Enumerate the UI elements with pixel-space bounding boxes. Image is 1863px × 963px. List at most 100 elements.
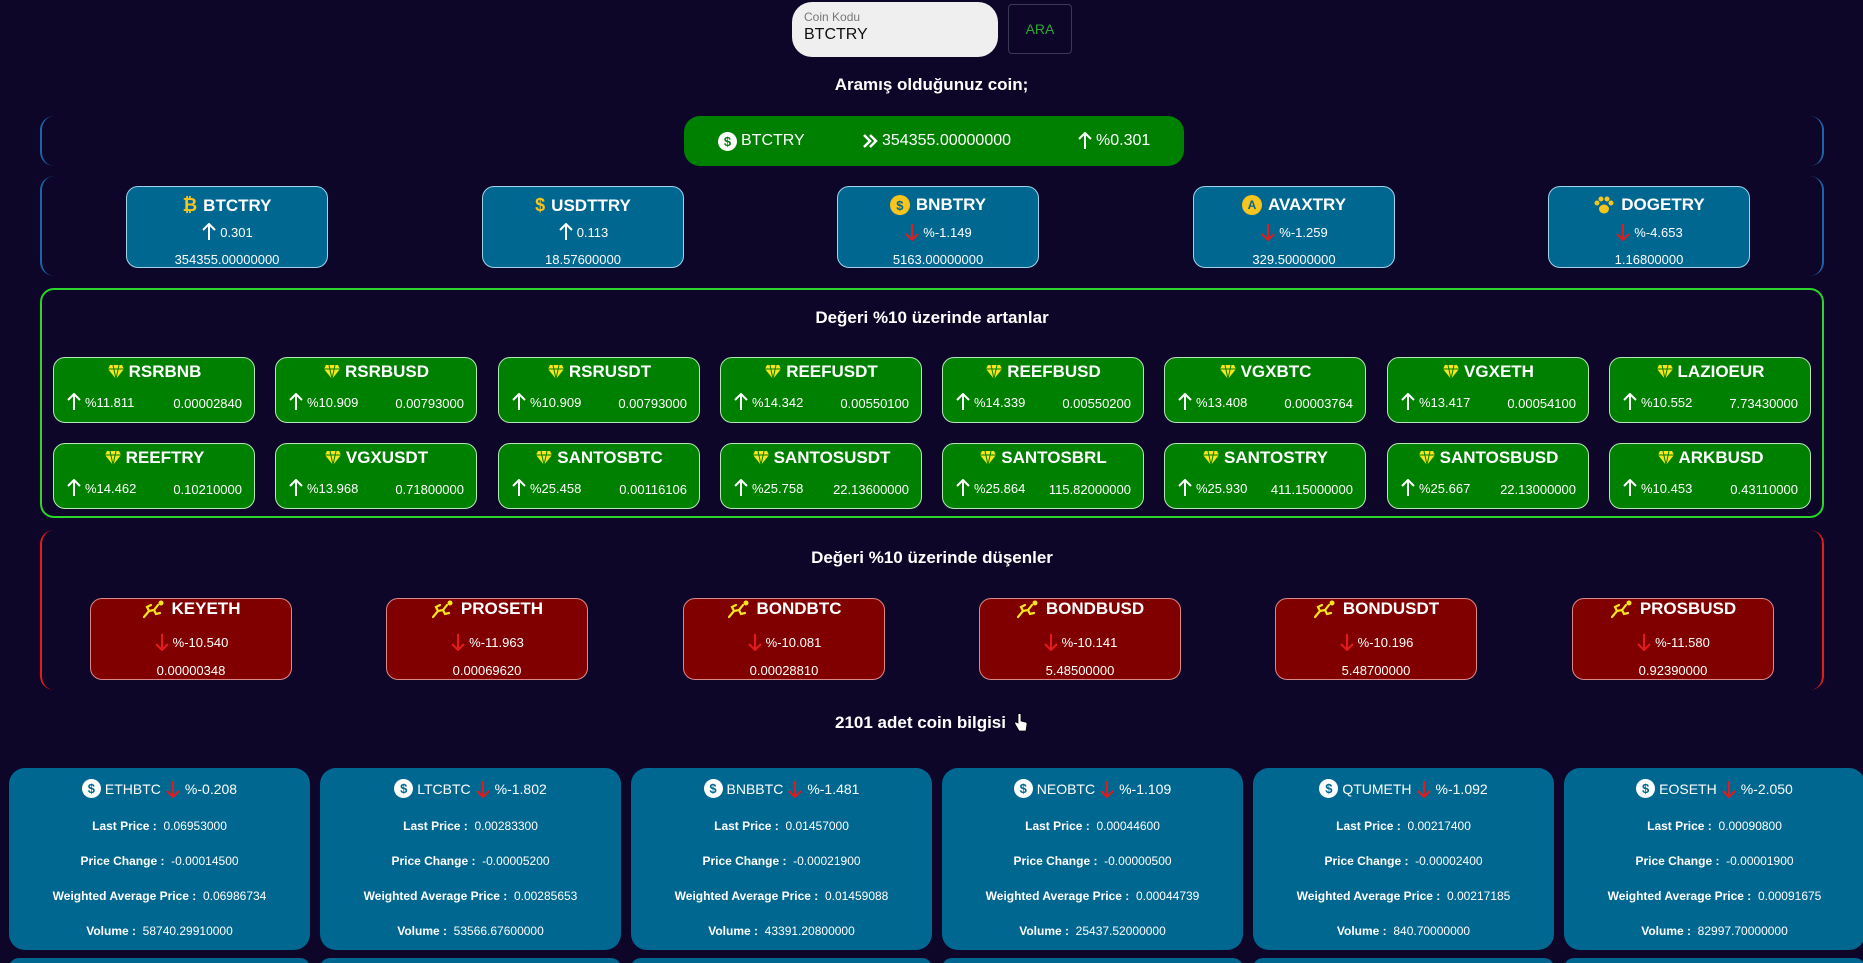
coin-info-card[interactable]: $ NEOBTC %-1.109 Last Price : 0.00044600 Pri…	[942, 768, 1243, 950]
coin-info-card-next-row	[942, 958, 1243, 963]
arrow-up-icon	[1401, 393, 1415, 410]
coin-info-card-next-row	[631, 958, 932, 963]
falling-person-icon	[142, 600, 164, 619]
gainer-card[interactable]: ARKBUSD %10.453 0.43110000	[1609, 443, 1811, 509]
arrow-up-icon	[734, 393, 748, 410]
loser-card[interactable]: BONDBTC %-10.081 0.00028810	[683, 598, 885, 680]
top-coin-card[interactable]: A AVAXTRY %-1.259 329.50000000	[1193, 186, 1395, 268]
arrow-down-icon	[475, 780, 490, 798]
coin-symbol: REEFUSDT	[786, 362, 878, 381]
last-price-label: Last Price :	[403, 819, 468, 833]
weighted-average-price-label: Weighted Average Price :	[985, 889, 1130, 903]
gainer-card[interactable]: RSRBNB %11.811 0.00002840	[53, 357, 255, 423]
bitcoin-icon: ₿	[182, 195, 198, 215]
top-coin-card[interactable]: DOGETRY %-4.653 1.16800000	[1548, 186, 1750, 268]
loser-card[interactable]: KEYETH %-10.540 0.00000348	[90, 598, 292, 680]
volume-row: Volume : 25437.52000000	[942, 924, 1243, 938]
gem-icon	[1219, 364, 1236, 380]
arrow-up-icon	[67, 393, 81, 410]
coin-change: %-4.653	[1634, 224, 1683, 240]
gem-icon	[1418, 450, 1435, 466]
loser-card[interactable]: BONDUSDT %-10.196 5.48700000	[1275, 598, 1477, 680]
gainer-card[interactable]: VGXETH %13.417 0.00054100	[1387, 357, 1589, 423]
gem-icon	[765, 364, 782, 380]
coin-symbol: SANTOSBRL	[1001, 448, 1107, 467]
coin-symbol: SANTOSBUSD	[1439, 448, 1559, 467]
coin-price: 115.82000000	[1048, 482, 1131, 497]
coin-dollar-icon: $	[889, 195, 910, 215]
gainer-card[interactable]: VGXUSDT %13.968 0.71800000	[275, 443, 477, 509]
gainer-card[interactable]: RSRUSDT %10.909 0.00793000	[498, 357, 700, 423]
loser-card[interactable]: PROSETH %-11.963 0.00069620	[386, 598, 588, 680]
volume-row: Volume : 82997.70000000	[1564, 924, 1863, 938]
searched-change: %0.301	[1096, 132, 1151, 149]
gem-icon	[107, 364, 124, 380]
price-change-row: Price Change : -0.00014500	[9, 854, 310, 868]
last-price-row: Last Price : 0.00044600	[942, 819, 1243, 833]
last-price-value: 0.00090800	[1718, 819, 1782, 833]
search-field[interactable]: Coin Kodu	[792, 2, 998, 57]
top-coin-card[interactable]: $ BNBTRY %-1.149 5163.00000000	[837, 186, 1039, 268]
falling-person-icon	[1016, 600, 1038, 619]
price-change-row: Price Change : -0.00001900	[1564, 854, 1863, 868]
gainer-card[interactable]: REEFBUSD %14.339 0.00550200	[942, 357, 1144, 423]
arrow-up-icon	[1623, 479, 1637, 496]
loser-card[interactable]: PROSBUSD %-11.580 0.92390000	[1572, 598, 1774, 680]
coin-symbol: USDTTRY	[551, 195, 631, 215]
coin-change: 0.113	[576, 224, 609, 240]
coin-info-card-next-row	[9, 958, 310, 963]
falling-person-icon	[727, 600, 748, 619]
coin-info-card[interactable]: $ QTUMETH %-1.092 Last Price : 0.00217400 Pr…	[1253, 768, 1554, 950]
gainer-card[interactable]: RSRBUSD %10.909 0.00793000	[275, 357, 477, 423]
price-change-label: Price Change :	[1013, 854, 1098, 868]
losers-heading: Değeri %10 üzerinde düşenler	[811, 548, 1053, 567]
coin-symbol: LAZIOEUR	[1677, 362, 1765, 381]
weighted-average-price-row: Weighted Average Price : 0.00217185	[1253, 889, 1554, 903]
gainer-card[interactable]: SANTOSBTC %25.458 0.00116106	[498, 443, 700, 509]
coin-symbol: BNBBTC	[726, 780, 784, 797]
price-change-row: Price Change : -0.00021900	[631, 854, 932, 868]
coin-change: %-1.109	[1119, 780, 1172, 797]
coin-symbol: SANTOSTRY	[1224, 448, 1328, 467]
coin-symbol: ETHBTC	[104, 780, 161, 797]
volume-row: Volume : 53566.67600000	[320, 924, 621, 938]
coin-change: %-11.580	[1655, 634, 1710, 650]
falling-person-icon	[1313, 600, 1335, 619]
gainer-card[interactable]: SANTOSTRY %25.930 411.15000000	[1164, 443, 1366, 509]
volume-label: Volume :	[397, 924, 447, 938]
coin-list-heading: 2101 adet coin bilgisi	[0, 713, 1863, 733]
gainer-card[interactable]: VGXBTC %13.408 0.00003764	[1164, 357, 1366, 423]
search-input[interactable]	[804, 26, 986, 44]
arrow-down-icon	[1637, 634, 1651, 651]
gainer-card[interactable]: SANTOSUSDT %25.758 22.13600000	[720, 443, 922, 509]
arrow-down-icon	[905, 224, 919, 241]
gainer-card[interactable]: LAZIOEUR %10.552 7.73430000	[1609, 357, 1811, 423]
coin-price: 0.00550100	[840, 396, 909, 411]
coin-info-card[interactable]: $ LTCBTC %-1.802 Last Price : 0.00283300 Pri…	[320, 768, 621, 950]
price-change-label: Price Change :	[80, 854, 165, 868]
top-coin-card[interactable]: $ USDTTRY 0.113 18.57600000	[482, 186, 684, 268]
coin-symbol: BONDBUSD	[1045, 599, 1145, 618]
coin-info-card[interactable]: $ ETHBTC %-0.208 Last Price : 0.06953000 Pri…	[9, 768, 310, 950]
coin-price: 0.00793000	[618, 396, 687, 411]
gainer-card[interactable]: REEFUSDT %14.342 0.00550100	[720, 357, 922, 423]
coin-symbol: BONDBTC	[756, 599, 842, 618]
loser-card[interactable]: BONDBUSD %-10.141 5.48500000	[979, 598, 1181, 680]
coin-symbol: REEFBUSD	[1007, 362, 1101, 381]
coin-info-card[interactable]: $ BNBBTC %-1.481 Last Price : 0.01457000 Pri…	[631, 768, 932, 950]
gainer-card[interactable]: SANTOSBUSD %25.667 22.13000000	[1387, 443, 1589, 509]
last-price-row: Last Price : 0.00283300	[320, 819, 621, 833]
gainer-card[interactable]: SANTOSBRL %25.864 115.82000000	[942, 443, 1144, 509]
coin-change: %-11.963	[469, 634, 524, 650]
coin-price: 0.43110000	[1730, 482, 1798, 497]
search-button[interactable]: ARA	[1008, 4, 1072, 54]
top-coin-card[interactable]: ₿ BTCTRY 0.301 354355.00000000	[126, 186, 328, 268]
gainer-card[interactable]: REEFTRY %14.462 0.10210000	[53, 443, 255, 509]
dollar-icon: $	[535, 195, 546, 215]
last-price-value: 0.01457000	[785, 819, 849, 833]
price-change-label: Price Change :	[1324, 854, 1409, 868]
coin-price: 0.00003764	[1284, 396, 1353, 411]
gem-icon	[986, 364, 1003, 380]
coin-info-card[interactable]: $ EOSETH %-2.050 Last Price : 0.00090800 Pri…	[1564, 768, 1863, 950]
coin-price: 5.48500000	[1045, 663, 1115, 678]
